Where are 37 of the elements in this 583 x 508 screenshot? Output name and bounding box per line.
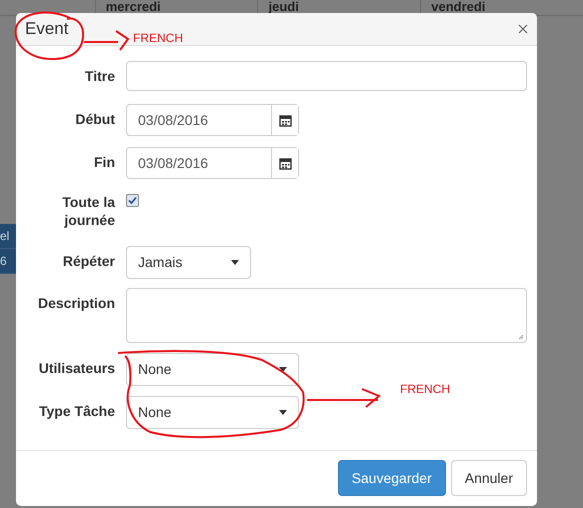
date-field[interactable]: 03/08/2016 [126, 104, 299, 136]
resize-grip-icon [518, 334, 524, 340]
field-label: Type Tâche [38, 402, 115, 420]
select-field[interactable]: None [126, 396, 299, 429]
calendar-icon [278, 156, 292, 170]
check-icon [128, 196, 137, 205]
annotation-text: FRENCH [400, 381, 450, 398]
field-label: Description [36, 294, 115, 312]
select-value: None [138, 360, 172, 379]
cancel-button[interactable]: Annuler [450, 460, 527, 496]
select-value: None [138, 403, 172, 422]
title-field[interactable] [126, 61, 527, 91]
caret-icon [279, 367, 287, 372]
annotation-text: FRENCH [133, 30, 183, 47]
field-label: Titre [84, 67, 115, 85]
field-label: Fin [93, 153, 115, 171]
date-value: 03/08/2016 [137, 154, 210, 172]
annotation-arrow [84, 30, 130, 51]
checkbox[interactable] [126, 194, 139, 207]
description-field[interactable] [126, 288, 527, 343]
select-value: Jamais [138, 253, 182, 272]
dialog-title: Event [25, 18, 68, 40]
field-label: Début [74, 110, 115, 128]
caret-icon [231, 260, 239, 265]
caret-icon [279, 410, 287, 415]
field-label: Toute la journée [61, 193, 115, 229]
close-icon[interactable] [518, 24, 528, 34]
calendar-button[interactable] [271, 148, 298, 178]
calendar-icon [278, 114, 292, 126]
save-button[interactable]: Sauvegarder [338, 460, 446, 496]
calendar-button[interactable] [271, 105, 298, 135]
date-value: 03/08/2016 [137, 110, 210, 130]
select-field[interactable]: None [126, 353, 299, 386]
date-field[interactable]: 03/08/2016 [126, 147, 299, 179]
field-label: Utilisateurs [38, 359, 115, 377]
field-label: Répéter [62, 252, 115, 270]
select-field[interactable]: Jamais [126, 246, 251, 279]
